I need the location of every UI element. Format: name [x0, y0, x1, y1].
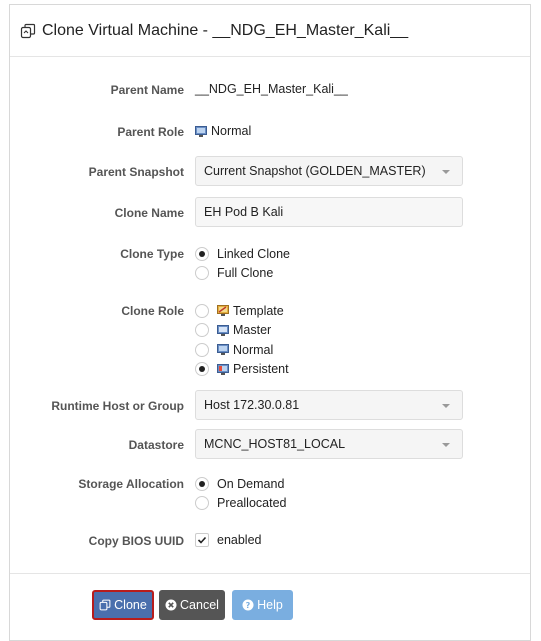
- clone-role-persistent[interactable]: Persistent: [195, 360, 289, 380]
- parent-name-value: __NDG_EH_Master_Kali__: [195, 82, 348, 96]
- clone-role-options: Template Master Normal Persistent: [195, 301, 289, 379]
- parent-role-row: Parent Role Normal: [10, 122, 530, 142]
- dialog-footer: Clone Cancel ? Help: [10, 573, 530, 641]
- persistent-icon: [217, 363, 229, 375]
- clone-icon: [99, 599, 111, 611]
- clone-name-input[interactable]: EH Pod B Kali: [195, 197, 463, 227]
- clone-name-row: Clone Name EH Pod B Kali: [10, 197, 530, 227]
- parent-snapshot-row: Parent Snapshot Current Snapshot (GOLDEN…: [10, 156, 530, 186]
- clone-role-master-label: Master: [233, 323, 272, 338]
- storage-allocation-options: On Demand Preallocated: [195, 474, 287, 513]
- clone-role-normal-radio[interactable]: [195, 342, 209, 357]
- copy-bios-uuid-text: enabled: [217, 533, 262, 547]
- clone-role-row: Clone Role Template Master Normal Persis…: [10, 301, 530, 381]
- dialog-title-text: Clone Virtual Machine - __NDG_EH_Master_…: [42, 21, 409, 39]
- storage-preallocated-radio[interactable]: [195, 496, 209, 511]
- storage-allocation-row: Storage Allocation On Demand Preallocate…: [10, 474, 530, 514]
- copy-bios-uuid-checkbox[interactable]: [195, 533, 209, 547]
- clone-role-label: Clone Role: [121, 304, 184, 318]
- parent-role-text: Normal: [211, 124, 252, 138]
- clone-type-full[interactable]: Full Clone: [195, 264, 290, 284]
- help-button-label: Help: [257, 598, 283, 612]
- chevron-down-icon: [442, 404, 450, 408]
- copy-bios-uuid-label: Copy BIOS UUID: [88, 534, 184, 548]
- monitor-icon: [217, 344, 229, 356]
- parent-name-row: Parent Name __NDG_EH_Master_Kali__: [10, 80, 530, 100]
- dialog-title: Clone Virtual Machine - __NDG_EH_Master_…: [20, 22, 408, 40]
- runtime-host-value: Host 172.30.0.81: [204, 398, 300, 412]
- clone-name-value: EH Pod B Kali: [204, 205, 284, 219]
- clone-type-linked-label: Linked Clone: [217, 246, 290, 261]
- runtime-host-select[interactable]: Host 172.30.0.81: [195, 390, 463, 420]
- svg-text:?: ?: [246, 601, 251, 610]
- parent-snapshot-value: Current Snapshot (GOLDEN_MASTER): [204, 164, 426, 178]
- clone-role-template[interactable]: Template: [195, 301, 289, 321]
- storage-on-demand-label: On Demand: [217, 476, 285, 491]
- clone-type-options: Linked Clone Full Clone: [195, 244, 290, 283]
- clone-icon: [20, 23, 36, 38]
- clone-type-linked-radio[interactable]: [195, 246, 209, 261]
- clone-role-persistent-radio[interactable]: [195, 362, 209, 377]
- datastore-value: MCNC_HOST81_LOCAL: [204, 437, 346, 451]
- parent-snapshot-select[interactable]: Current Snapshot (GOLDEN_MASTER): [195, 156, 463, 186]
- cancel-button[interactable]: Cancel: [159, 590, 225, 620]
- clone-role-template-label: Template: [233, 303, 284, 318]
- clone-button-label: Clone: [114, 598, 147, 612]
- copy-bios-uuid-row: Copy BIOS UUID enabled: [10, 531, 530, 551]
- chevron-down-icon: [442, 170, 450, 174]
- clone-type-linked[interactable]: Linked Clone: [195, 244, 290, 264]
- close-circle-icon: [165, 599, 177, 611]
- storage-on-demand[interactable]: On Demand: [195, 474, 287, 494]
- copy-bios-uuid-control[interactable]: enabled: [195, 533, 262, 547]
- monitor-icon: [195, 125, 207, 137]
- clone-vm-dialog: Clone Virtual Machine - __NDG_EH_Master_…: [9, 4, 531, 641]
- clone-role-master[interactable]: Master: [195, 321, 289, 341]
- clone-role-normal-label: Normal: [233, 342, 274, 357]
- datastore-label: Datastore: [128, 438, 184, 452]
- parent-name-label: Parent Name: [110, 83, 184, 97]
- clone-button[interactable]: Clone: [92, 590, 154, 620]
- storage-preallocated-label: Preallocated: [217, 496, 287, 511]
- cancel-button-label: Cancel: [180, 598, 219, 612]
- clone-name-label: Clone Name: [114, 206, 184, 220]
- parent-snapshot-label: Parent Snapshot: [88, 165, 184, 179]
- clone-role-persistent-label: Persistent: [233, 362, 289, 377]
- runtime-host-row: Runtime Host or Group Host 172.30.0.81: [10, 390, 530, 420]
- runtime-host-label: Runtime Host or Group: [51, 399, 184, 413]
- clone-role-normal[interactable]: Normal: [195, 340, 289, 360]
- datastore-row: Datastore MCNC_HOST81_LOCAL: [10, 429, 530, 459]
- clone-type-row: Clone Type Linked Clone Full Clone: [10, 244, 530, 284]
- parent-role-label: Parent Role: [117, 125, 184, 139]
- template-icon: [217, 305, 229, 317]
- chevron-down-icon: [442, 443, 450, 447]
- clone-role-master-radio[interactable]: [195, 323, 209, 338]
- parent-role-value: Normal: [195, 124, 251, 138]
- clone-type-full-label: Full Clone: [217, 266, 274, 281]
- question-circle-icon: ?: [242, 599, 254, 611]
- master-monitor-icon: [217, 324, 229, 336]
- clone-type-label: Clone Type: [120, 247, 184, 261]
- clone-role-template-radio[interactable]: [195, 303, 209, 318]
- dialog-header: Clone Virtual Machine - __NDG_EH_Master_…: [10, 5, 530, 57]
- storage-preallocated[interactable]: Preallocated: [195, 494, 287, 514]
- checkmark-icon: [197, 536, 207, 544]
- help-button[interactable]: ? Help: [232, 590, 293, 620]
- datastore-select[interactable]: MCNC_HOST81_LOCAL: [195, 429, 463, 459]
- storage-on-demand-radio[interactable]: [195, 476, 209, 491]
- storage-allocation-label: Storage Allocation: [78, 477, 184, 491]
- clone-type-full-radio[interactable]: [195, 266, 209, 281]
